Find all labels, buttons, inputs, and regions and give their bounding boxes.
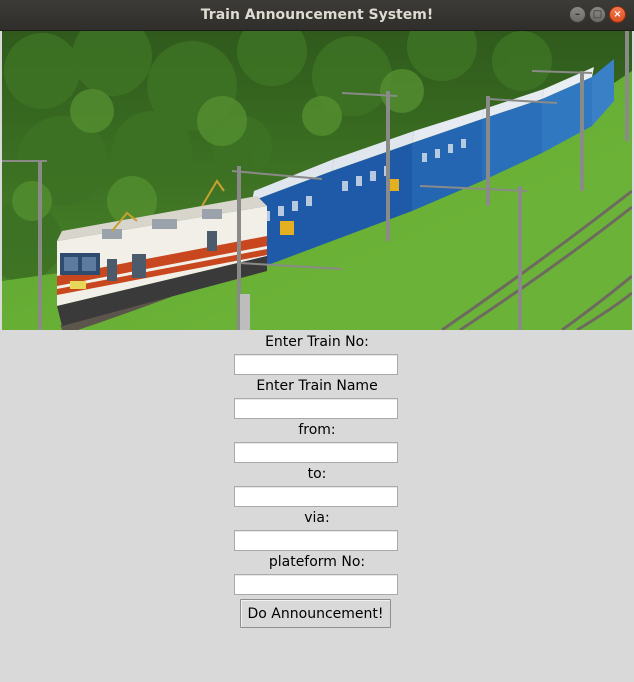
- to-label: to:: [307, 466, 327, 482]
- minimize-icon: –: [575, 8, 580, 20]
- from-label: from:: [298, 422, 336, 438]
- app-window: Train Announcement System! – □ × Enter T…: [0, 0, 634, 682]
- close-icon: ×: [613, 8, 622, 20]
- title-bar[interactable]: Train Announcement System! – □ ×: [0, 0, 634, 31]
- maximize-button[interactable]: □: [589, 6, 606, 23]
- do-announcement-button[interactable]: Do Announcement!: [240, 599, 391, 628]
- to-input[interactable]: [234, 486, 398, 507]
- train-no-input[interactable]: [234, 354, 398, 375]
- close-button[interactable]: ×: [609, 6, 626, 23]
- via-label: via:: [304, 510, 330, 526]
- minimize-button[interactable]: –: [569, 6, 586, 23]
- via-input[interactable]: [234, 530, 398, 551]
- from-input[interactable]: [234, 442, 398, 463]
- platform-no-input[interactable]: [234, 574, 398, 595]
- platform-no-label: plateform No:: [268, 554, 366, 570]
- window-title: Train Announcement System!: [200, 7, 434, 23]
- maximize-icon: □: [592, 8, 603, 20]
- train-no-label: Enter Train No:: [265, 334, 369, 350]
- train-name-label: Enter Train Name: [256, 378, 378, 394]
- window-controls: – □ ×: [569, 6, 626, 23]
- train-image: [2, 31, 632, 330]
- train-name-input[interactable]: [234, 398, 398, 419]
